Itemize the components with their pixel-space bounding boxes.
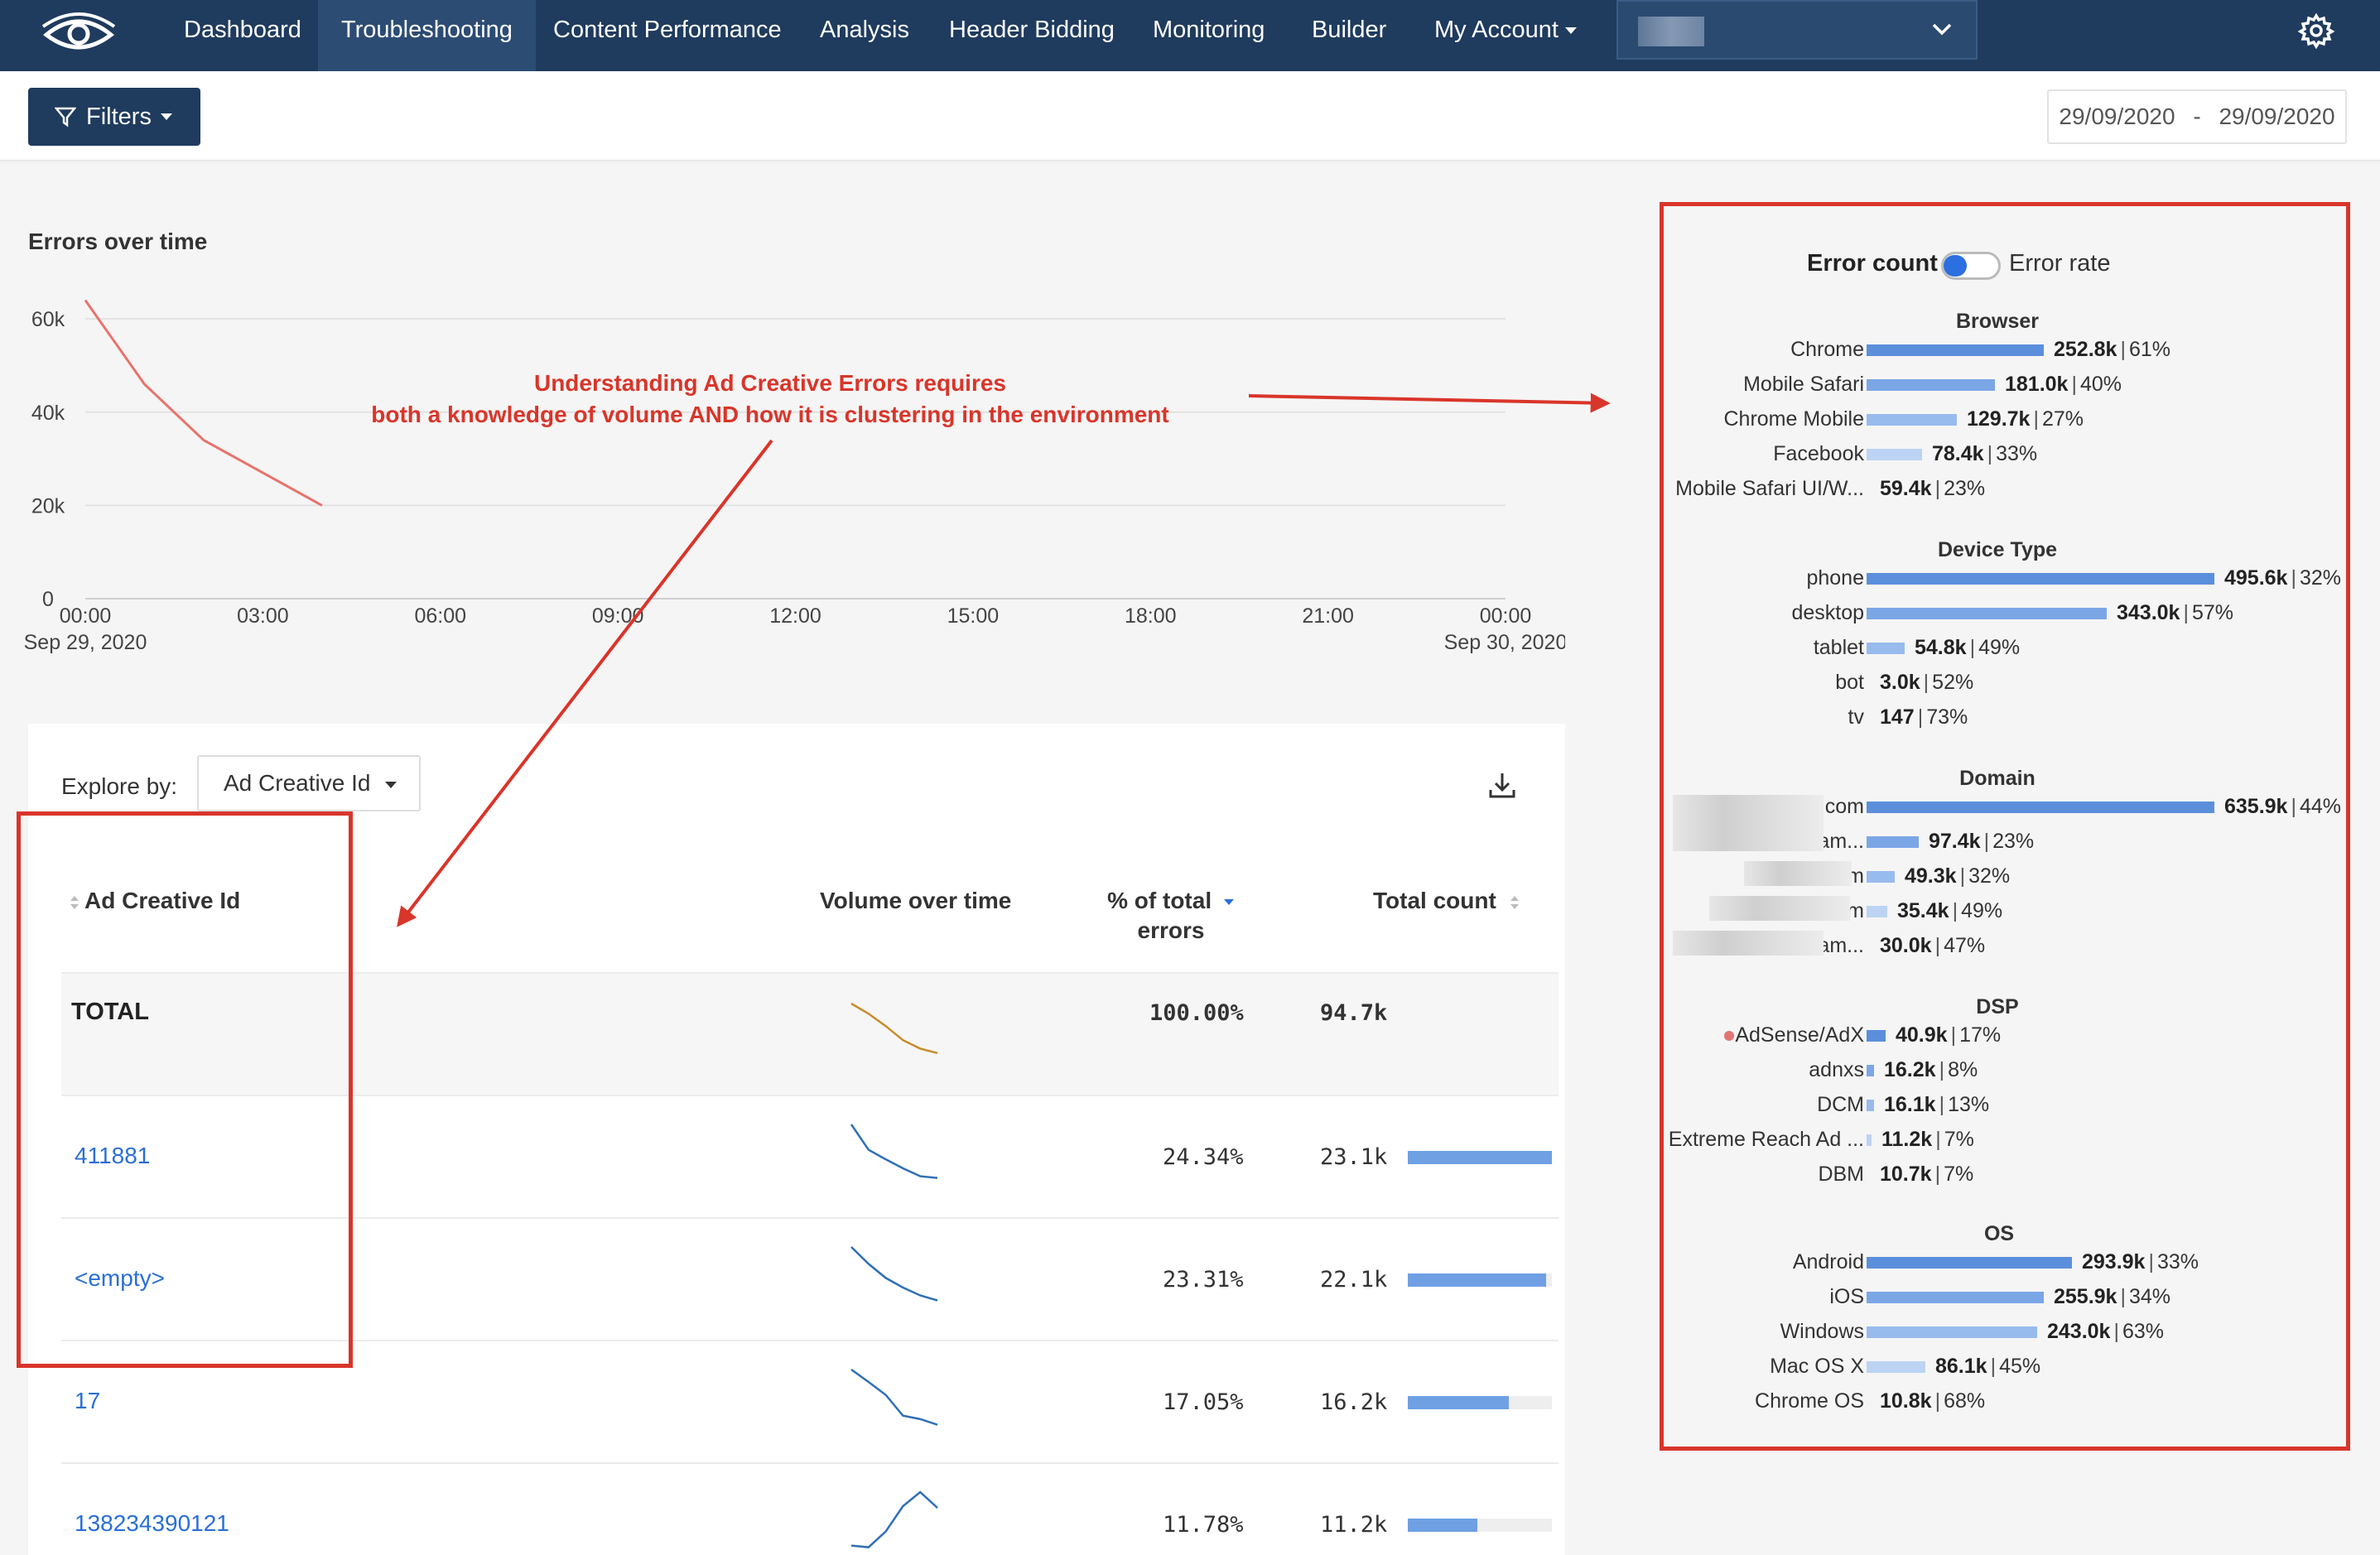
nav-item-label: Dashboard	[184, 17, 301, 43]
nav-item-dashboard[interactable]: Dashboard	[161, 0, 325, 71]
sparkline-path	[850, 1246, 938, 1302]
total-count: 94.7k	[1320, 1000, 1388, 1026]
nav-item-label: Troubleshooting	[341, 17, 513, 43]
nav-item-monitoring[interactable]: Monitoring	[1130, 0, 1288, 71]
volume-sparkline	[850, 1246, 938, 1302]
gear-icon[interactable]	[2297, 12, 2335, 50]
explore-by-label: Explore by:	[61, 773, 178, 799]
eye-logo-icon[interactable]	[41, 8, 116, 60]
sparkline-path	[850, 1490, 938, 1548]
x-tick-label: 09:00	[592, 604, 644, 628]
nav-item-content-performance[interactable]: Content Performance	[530, 0, 805, 71]
volume-sparkline	[850, 1124, 938, 1179]
account-name-redacted	[1638, 17, 1704, 46]
nav-item-label: Analysis	[820, 17, 909, 43]
highlight-box-id-column	[17, 811, 353, 1368]
row-count: 11.2k	[1320, 1512, 1388, 1538]
y-tick-label: 0	[42, 588, 54, 611]
x-tick-label: 18:00	[1125, 604, 1177, 628]
count-bar-fill	[1408, 1273, 1546, 1287]
sparkline-path	[850, 1124, 938, 1179]
date-range-picker[interactable]: 29/09/2020 - 29/09/2020	[2047, 89, 2347, 144]
chart-title: Errors over time	[28, 229, 208, 254]
series-line	[84, 299, 323, 507]
nav-item-header-bidding[interactable]: Header Bidding	[926, 0, 1138, 71]
ad-creative-id-link[interactable]: 138234390121	[75, 1510, 229, 1537]
nav-item-builder[interactable]: Builder	[1289, 0, 1409, 71]
nav-item-label: My Account	[1434, 17, 1559, 43]
account-selector[interactable]	[1616, 0, 1978, 60]
row-count: 23.1k	[1320, 1144, 1388, 1170]
row-count: 16.2k	[1320, 1389, 1388, 1415]
count-bar-track	[1408, 1519, 1552, 1532]
nav-item-label: Monitoring	[1153, 17, 1265, 43]
caret-down-icon	[161, 113, 172, 120]
chevron-down-icon	[1932, 23, 1952, 36]
explore-by-value: Ad Creative Id	[224, 770, 371, 796]
nav-item-label: Builder	[1312, 17, 1387, 43]
funnel-icon	[55, 107, 76, 128]
volume-sparkline	[850, 1002, 938, 1055]
row-count: 22.1k	[1320, 1267, 1388, 1293]
count-bar-track	[1408, 1396, 1552, 1409]
volume-sparkline	[850, 1368, 938, 1426]
nav-item-analysis[interactable]: Analysis	[797, 0, 932, 71]
explore-by-select[interactable]: Ad Creative Id	[197, 755, 421, 811]
y-tick-label: 60k	[31, 308, 65, 331]
row-percent: 23.31%	[1163, 1267, 1244, 1293]
x-tick-label: 06:00	[414, 604, 466, 628]
count-bar-fill	[1408, 1519, 1477, 1532]
header-label: % of total	[1107, 888, 1212, 913]
errors-over-time-chart: 0 20k 40k 60k 00:00 Sep 29, 2020 03:00 06:00 09:…	[24, 299, 1565, 654]
y-tick-label: 20k	[31, 494, 65, 518]
y-tick-label: 40k	[31, 402, 65, 425]
count-bar-track	[1408, 1273, 1552, 1287]
count-bar-track	[1408, 1151, 1552, 1164]
filter-bar: Filters 29/09/2020 - 29/09/2020	[0, 71, 2380, 161]
x-tick-label: 21:00	[1302, 604, 1354, 628]
date-start: 29/09/2020	[2059, 104, 2175, 129]
sparkline-path	[850, 1368, 938, 1426]
column-header-percent-total[interactable]: % of total errors	[1088, 886, 1254, 946]
annotation-line-2: both a knowledge of volume AND how it is…	[371, 402, 1169, 427]
x-tick-label: 00:00	[1480, 604, 1532, 628]
nav-item-label: Content Performance	[553, 17, 782, 43]
highlight-box-distribution	[1660, 202, 2350, 1451]
ad-creative-id-link[interactable]: 17	[75, 1388, 100, 1414]
download-icon[interactable]	[1486, 768, 1519, 802]
sparkline-path	[850, 1002, 938, 1055]
annotation-text: Understanding Ad Creative Errors require…	[348, 368, 1192, 431]
x-tick-label: Sep 30, 2020	[1444, 631, 1565, 654]
filters-button[interactable]: Filters	[28, 88, 200, 146]
x-tick-label: 15:00	[947, 604, 1000, 628]
column-header-volume: Volume over time	[820, 888, 1012, 913]
total-percent: 100.00%	[1149, 1000, 1244, 1026]
row-percent: 11.78%	[1163, 1512, 1244, 1538]
caret-down-icon	[1564, 27, 1577, 35]
header-label: errors	[1137, 917, 1205, 943]
nav-item-label: Header Bidding	[949, 17, 1115, 43]
header-label: Total count	[1373, 888, 1496, 913]
annotation-line-1: Understanding Ad Creative Errors require…	[533, 370, 1006, 396]
row-percent: 17.05%	[1163, 1389, 1244, 1415]
nav-item-troubleshooting[interactable]: Troubleshooting	[318, 0, 536, 71]
row-percent: 24.34%	[1163, 1144, 1244, 1170]
top-nav: Dashboard Troubleshooting Content Performa…	[0, 0, 2380, 71]
sort-desc-icon	[1223, 898, 1234, 905]
x-tick-label: 03:00	[237, 604, 289, 628]
table-row: 138234390121 11.78% 11.2k	[61, 1462, 1559, 1555]
date-separator: -	[2193, 104, 2201, 129]
count-bar-fill	[1408, 1396, 1509, 1409]
volume-sparkline	[850, 1490, 938, 1548]
sort-icon	[1510, 895, 1519, 909]
x-tick-label: 12:00	[769, 604, 821, 628]
filters-label: Filters	[86, 104, 152, 130]
column-header-total-count[interactable]: Total count	[1373, 886, 1525, 916]
nav-item-my-account[interactable]: My Account	[1411, 0, 1600, 71]
caret-down-icon	[385, 781, 397, 788]
x-tick-label: 00:00	[60, 604, 112, 628]
count-bar-fill	[1408, 1151, 1552, 1164]
date-end: 29/09/2020	[2219, 104, 2335, 129]
x-tick-label: Sep 29, 2020	[24, 631, 147, 654]
